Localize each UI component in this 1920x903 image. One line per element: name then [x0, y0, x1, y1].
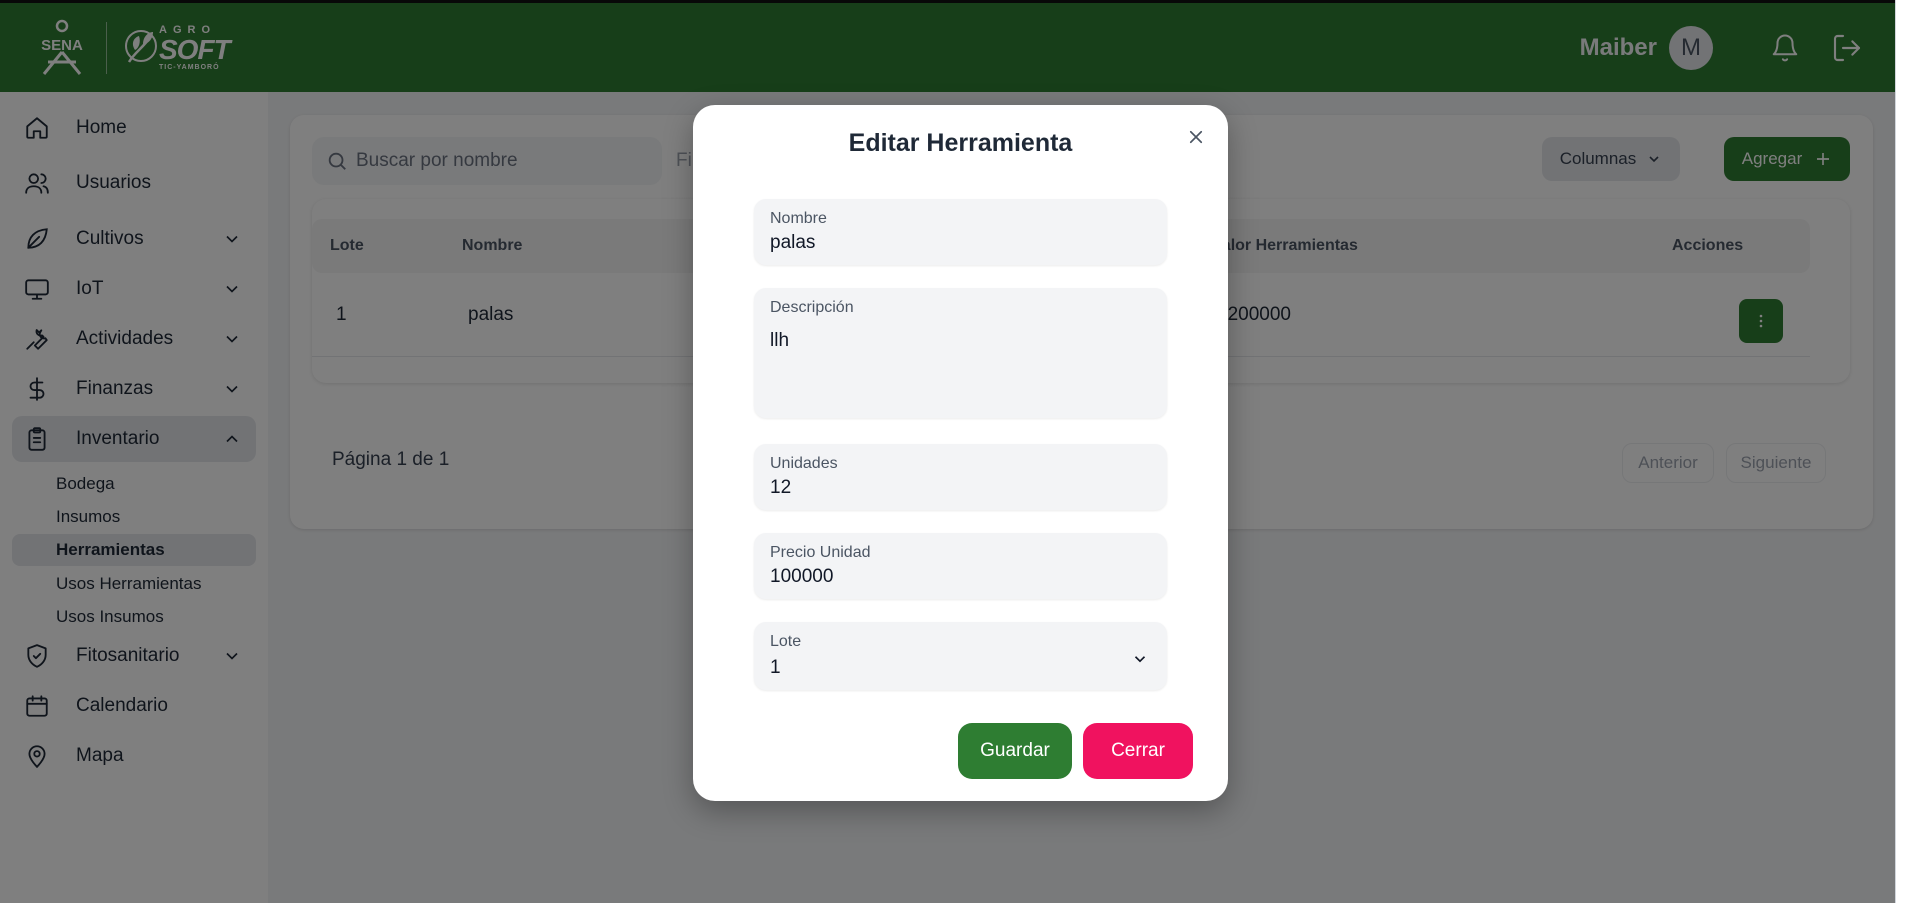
- close-icon[interactable]: [1182, 123, 1210, 151]
- lote-select[interactable]: Lote 1: [754, 622, 1167, 690]
- descripcion-textarea[interactable]: Descripción llh: [754, 288, 1167, 418]
- dialog-title: Editar Herramienta: [848, 129, 1073, 157]
- unidades-label: Unidades: [770, 455, 838, 472]
- app-window: SENA AGRO SOFT TIC-YAMBORÓ Maiber: [0, 0, 1895, 903]
- unidades-value: 12: [770, 477, 792, 498]
- save-button[interactable]: Guardar: [958, 723, 1072, 779]
- cancel-button[interactable]: Cerrar: [1083, 723, 1193, 779]
- chevron-down-icon: [1134, 656, 1146, 663]
- nombre-label: Nombre: [770, 210, 827, 227]
- page-edge: [1895, 0, 1920, 903]
- nombre-value: palas: [770, 232, 816, 253]
- page-edge-divider: [1895, 0, 1896, 903]
- edit-tool-dialog: Editar Herramienta Nombre palas Descripc…: [693, 105, 1228, 801]
- lote-label: Lote: [770, 633, 802, 650]
- precio-label: Precio Unidad: [770, 544, 871, 561]
- descripcion-label: Descripción: [770, 299, 854, 316]
- lote-value: 1: [770, 657, 781, 678]
- unidades-field[interactable]: Unidades 12: [754, 444, 1167, 510]
- precio-value: 100000: [770, 566, 834, 587]
- descripcion-value: llh: [770, 330, 790, 351]
- nombre-field[interactable]: Nombre palas: [754, 199, 1167, 265]
- precio-unidad-field[interactable]: Precio Unidad 100000: [754, 533, 1167, 599]
